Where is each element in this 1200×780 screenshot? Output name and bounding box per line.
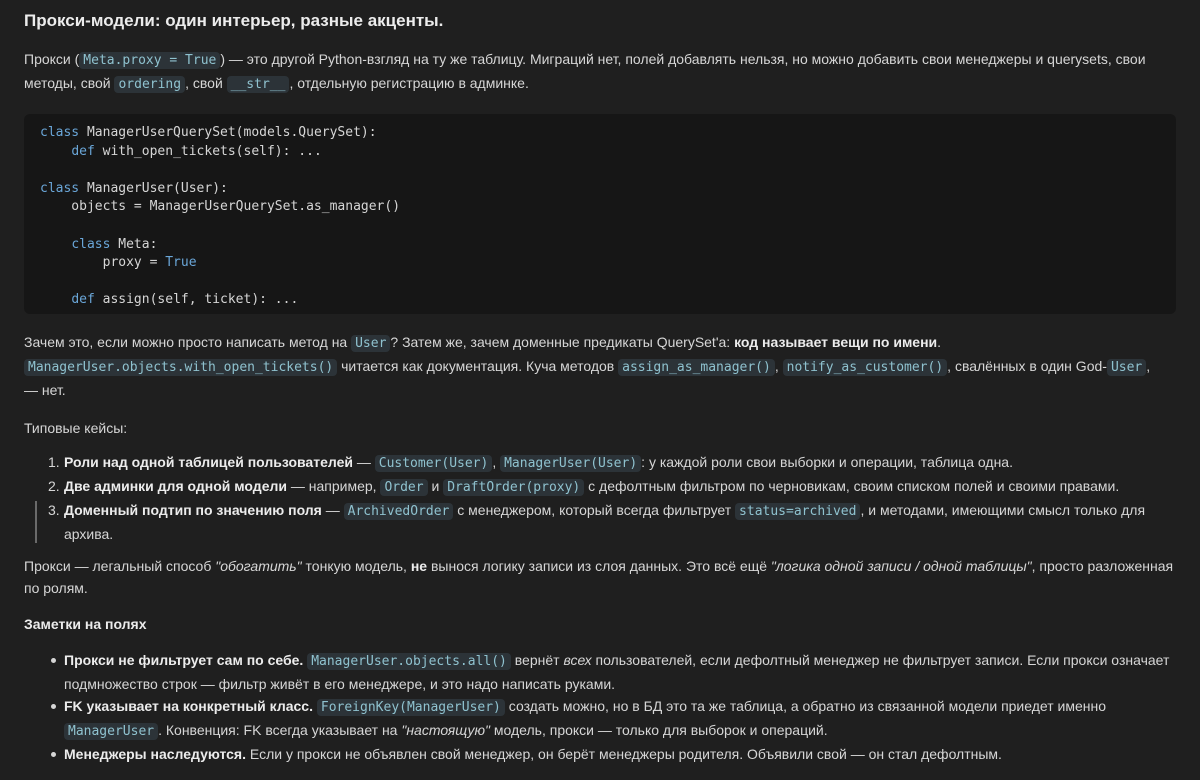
inline-code: ManagerUser.objects.with_open_tickets() xyxy=(24,359,338,376)
inline-code: ManagerUser.objects.all() xyxy=(307,653,511,670)
list-number: 2. xyxy=(48,478,60,494)
inline-code: ArchivedOrder xyxy=(343,503,454,520)
list-item-highlighted: 3. Доменный подтип по значению поля — Arc… xyxy=(24,499,1176,545)
bold-text: код называет вещи по имени xyxy=(734,334,938,350)
cases-heading: Типовые кейсы: xyxy=(24,420,128,436)
code-text: with_open_tickets(self): ... xyxy=(94,143,322,159)
bold-text: FK указывает на конкретный класс. xyxy=(64,698,313,714)
section-title: Прокси-модели: один интерьер, разные акц… xyxy=(24,11,444,30)
inline-code: DraftOrder(proxy) xyxy=(443,479,585,496)
text: Если у прокси не объявлен свой менеджер,… xyxy=(246,746,1002,762)
notes-list: Прокси не фильтрует сам по себе. Manager… xyxy=(24,649,1176,765)
keyword: class xyxy=(40,125,80,140)
text: вынося логику записи из слоя данных. Это… xyxy=(427,558,771,574)
inline-code: assign_as_manager() xyxy=(618,359,775,376)
text: — нет. xyxy=(24,382,66,398)
text: , xyxy=(1146,358,1151,374)
document: Прокси-модели: один интерьер, разные акц… xyxy=(0,0,1200,765)
keyword: def xyxy=(71,292,95,308)
text: ? Затем же, зачем доменные предикаты Que… xyxy=(390,334,735,350)
cases-list: 1. Роли над одной таблицей пользователей … xyxy=(24,451,1176,545)
text: : у каждой роли свои выборки и операции,… xyxy=(641,454,1013,470)
code-text: ManagerUser(User): xyxy=(79,180,228,196)
intro-paragraph: Прокси (Meta.proxy = True) — это другой … xyxy=(24,48,1176,96)
list-number: 3. xyxy=(48,502,60,518)
text: создать можно, но в БД это та же таблица… xyxy=(504,698,1107,714)
text: читается как документация. Куча методов xyxy=(337,358,619,374)
code-text: assign(self, ticket): ... xyxy=(94,292,299,308)
bold-text: Менеджеры наследуются. xyxy=(64,746,246,762)
inline-code: ManagerUser xyxy=(64,723,159,740)
bold-text: Доменный подтип по значению поля xyxy=(64,502,322,518)
list-item: Менеджеры наследуются. Если у прокси не … xyxy=(24,743,1176,765)
list-item: Прокси не фильтрует сам по себе. Manager… xyxy=(24,649,1176,695)
code-text: Meta: xyxy=(110,236,158,252)
text: с менеджером, который всегда фильтрует xyxy=(453,502,736,518)
text: . xyxy=(937,334,942,350)
bold-text: не xyxy=(410,558,428,574)
inline-code: ManagerUser(User) xyxy=(500,455,642,472)
inline-code: User xyxy=(351,335,391,352)
italic-text: всех xyxy=(563,652,592,668)
keyword: def xyxy=(71,143,95,159)
text: . Конвенция: FK всегда указывает на xyxy=(158,722,402,738)
text: , свой xyxy=(185,75,227,91)
why-paragraph: Зачем это, если можно просто написать ме… xyxy=(24,331,1176,401)
bold-text: Прокси не фильтрует сам по себе. xyxy=(64,652,304,668)
bold-text: Роли над одной таблицей пользователей xyxy=(64,454,353,470)
keyword: class xyxy=(40,180,80,196)
text: , xyxy=(492,454,501,470)
text: — например, xyxy=(286,478,381,494)
text: — xyxy=(321,502,344,518)
text: — xyxy=(352,454,375,470)
inline-code: Order xyxy=(380,479,428,496)
notes-heading: Заметки на полях xyxy=(24,616,147,632)
text: модель, прокси — только для выборок и оп… xyxy=(490,722,828,738)
text: , свалённых в один God- xyxy=(947,358,1107,374)
text: , отдельную регистрацию в админке. xyxy=(289,75,529,91)
inline-code: User xyxy=(1106,359,1147,376)
literal: True xyxy=(165,255,197,271)
bullet-icon xyxy=(51,704,56,709)
text: , xyxy=(774,358,783,374)
list-item: 1. Роли над одной таблицей пользователей … xyxy=(24,451,1176,475)
text: Прокси ( xyxy=(24,51,80,67)
bullet-icon xyxy=(51,658,56,663)
inline-code: notify_as_customer() xyxy=(782,359,948,376)
inline-code: status=archived xyxy=(735,503,861,520)
text: Прокси — легальный способ xyxy=(24,558,216,574)
list-item: FK указывает на конкретный класс. Foreig… xyxy=(24,695,1176,743)
italic-text: "логика одной записи / одной таблицы" xyxy=(770,558,1032,574)
text: и xyxy=(427,478,444,494)
inline-code: Meta.proxy = True xyxy=(79,52,221,69)
italic-text: "обогатить" xyxy=(215,558,302,574)
inline-code: __str__ xyxy=(226,76,290,93)
code-block[interactable]: class ManagerUserQuerySet(models.QuerySe… xyxy=(24,114,1176,314)
text: Зачем это, если можно просто написать ме… xyxy=(24,334,352,350)
italic-text: "настоящую" xyxy=(401,722,491,738)
bold-text: Две админки для одной модели xyxy=(64,478,287,494)
bullet-icon xyxy=(51,752,56,757)
code-text: proxy = xyxy=(40,255,166,271)
list-number: 1. xyxy=(48,454,60,470)
list-item: 2. Две админки для одной модели — наприме… xyxy=(24,475,1176,499)
code-text: ManagerUserQuerySet(models.QuerySet): xyxy=(79,125,377,140)
inline-code: Customer(User) xyxy=(374,455,493,472)
text: с дефолтным фильтром по черновикам, свои… xyxy=(584,478,1120,494)
summary-paragraph: Прокси — легальный способ "обогатить" то… xyxy=(24,555,1176,599)
inline-code: ForeignKey(ManagerUser) xyxy=(316,699,505,716)
code-text: objects = ManagerUserQuerySet.as_manager… xyxy=(40,199,401,215)
keyword: class xyxy=(71,236,111,252)
inline-code: ordering xyxy=(114,76,186,93)
text: вернёт xyxy=(510,652,564,668)
text: тонкую модель, xyxy=(301,558,411,574)
